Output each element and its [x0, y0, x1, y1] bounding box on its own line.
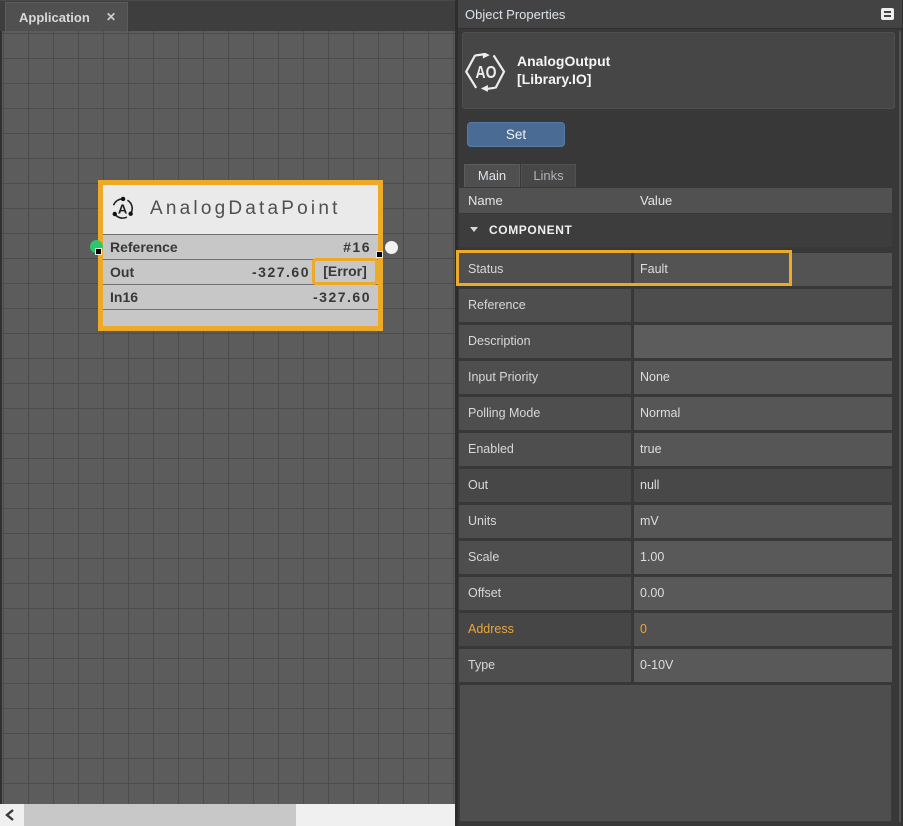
svg-text:A: A: [118, 202, 128, 217]
svg-text:AO: AO: [476, 62, 497, 82]
